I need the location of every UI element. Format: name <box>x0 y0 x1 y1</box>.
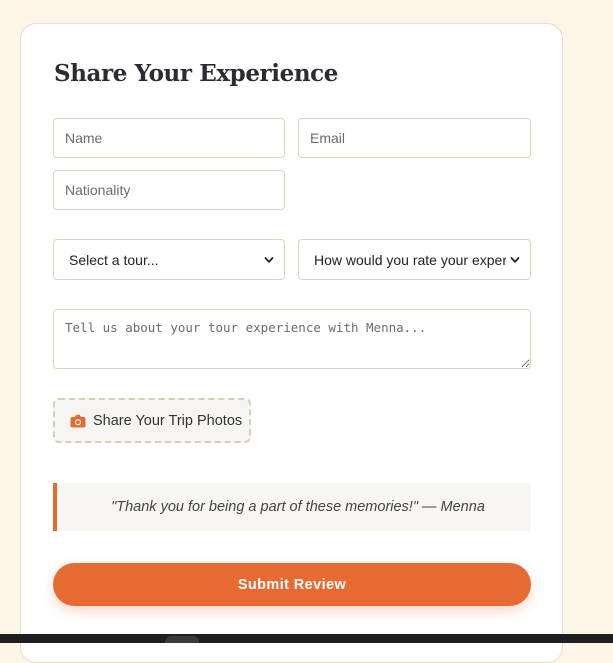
testimonial-quote: "Thank you for being a part of these mem… <box>53 483 531 531</box>
experience-textarea[interactable] <box>53 309 531 369</box>
name-input[interactable] <box>53 118 285 158</box>
submit-review-button[interactable]: Submit Review <box>53 563 531 606</box>
camera-icon <box>70 414 86 427</box>
tour-select-value: Select a tour... <box>69 251 159 268</box>
chevron-down-icon <box>510 256 520 263</box>
taskbar <box>0 634 613 643</box>
nationality-input[interactable] <box>53 170 285 210</box>
taskbar-item <box>165 636 199 643</box>
tour-select[interactable]: Select a tour... <box>53 239 285 280</box>
form-title: Share Your Experience <box>54 60 339 87</box>
rating-select-value: How would you rate your exper <box>314 251 506 268</box>
upload-photos-button[interactable]: Share Your Trip Photos <box>53 398 251 443</box>
review-form-card: Share Your Experience Select a tour... H… <box>20 23 563 663</box>
chevron-down-icon <box>264 256 274 263</box>
upload-label: Share Your Trip Photos <box>93 412 243 429</box>
email-input[interactable] <box>298 118 531 158</box>
rating-select[interactable]: How would you rate your exper <box>298 239 531 280</box>
